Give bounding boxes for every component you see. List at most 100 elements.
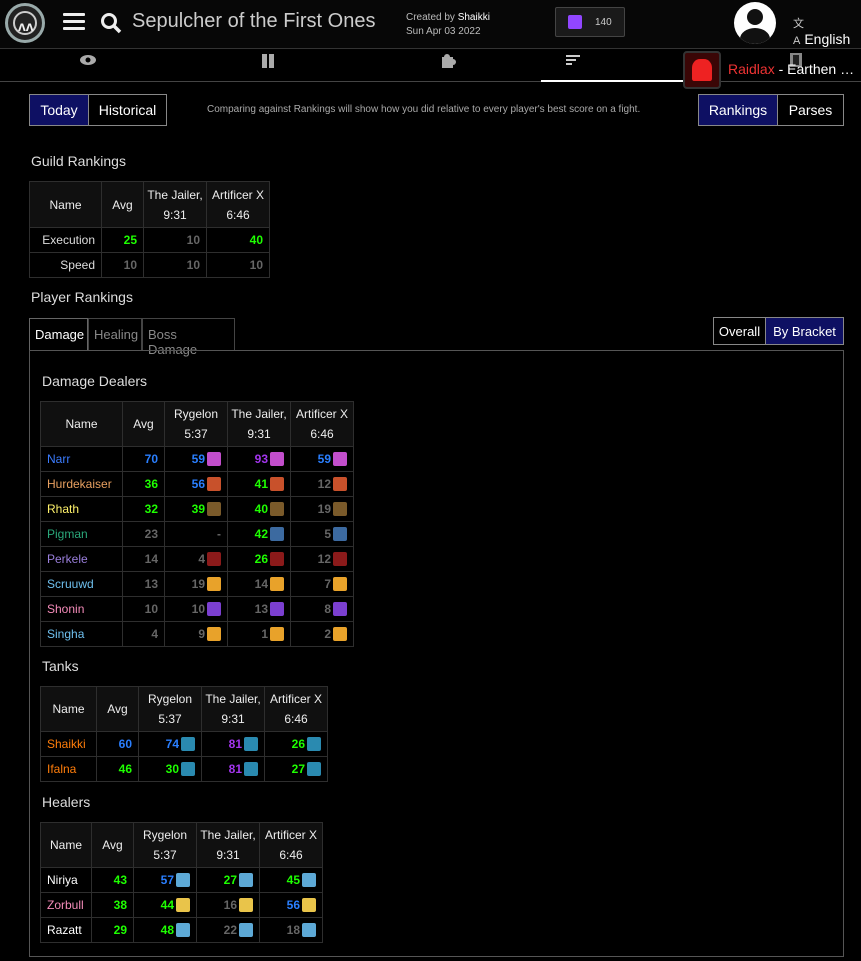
historical-button[interactable]: Historical	[88, 94, 167, 126]
score-cell[interactable]: 81	[201, 731, 265, 757]
site-logo[interactable]: ᴧᴧ	[5, 3, 45, 43]
healers-heading: Healers	[42, 794, 91, 810]
by-bracket-button[interactable]: By Bracket	[765, 317, 844, 345]
player-name[interactable]: Narr	[40, 446, 123, 472]
score-cell[interactable]: 41	[227, 471, 291, 497]
player-name[interactable]: Razatt	[40, 917, 92, 943]
score-cell[interactable]: 12	[290, 546, 354, 572]
score-cell[interactable]: 74	[138, 731, 202, 757]
player-name[interactable]: Shaikki	[40, 731, 97, 757]
row-label: Execution	[29, 227, 102, 253]
player-name[interactable]: Zorbull	[40, 892, 92, 918]
player-name[interactable]: Niriya	[40, 867, 92, 893]
menu-icon[interactable]	[63, 13, 85, 31]
score-cell[interactable]: 19	[164, 571, 228, 597]
score-cell[interactable]: -	[164, 521, 228, 547]
col-boss[interactable]: The Jailer, 9:31	[227, 401, 291, 447]
search-icon[interactable]	[100, 12, 122, 34]
player-name[interactable]: Ifalna	[40, 756, 97, 782]
score-cell[interactable]: 30	[138, 756, 202, 782]
player-name[interactable]: Singha	[40, 621, 123, 647]
score-cell[interactable]: 19	[290, 496, 354, 522]
score-cell[interactable]: 12	[290, 471, 354, 497]
score-cell[interactable]: 57	[133, 867, 197, 893]
tab-boss-damage[interactable]: Boss Damage	[142, 318, 235, 357]
table-row: Razatt 29 48 22 18	[40, 917, 323, 943]
score-cell[interactable]: 10	[206, 252, 270, 278]
score-cell[interactable]: 2	[290, 621, 354, 647]
col-boss-artificer[interactable]: Artificer X 6:46	[206, 181, 270, 228]
score-cell[interactable]: 16	[196, 892, 260, 918]
score-cell[interactable]: 81	[201, 756, 265, 782]
table-row: Pigman 23-42 5	[40, 521, 354, 547]
col-boss[interactable]: The Jailer, 9:31	[201, 686, 265, 732]
col-avg: Avg	[122, 401, 165, 447]
score-cell[interactable]: 59	[290, 446, 354, 472]
score-cell[interactable]: 93	[227, 446, 291, 472]
player-name[interactable]: Rhath	[40, 496, 123, 522]
score-cell[interactable]: 56	[164, 471, 228, 497]
score-cell[interactable]: 1	[227, 621, 291, 647]
score-cell[interactable]: 27	[196, 867, 260, 893]
score-cell[interactable]: 56	[259, 892, 323, 918]
score-cell[interactable]: 26	[264, 731, 328, 757]
score-cell[interactable]: 42	[227, 521, 291, 547]
spec-icon	[333, 477, 347, 491]
tab-damage[interactable]: Damage	[29, 318, 88, 350]
score-cell[interactable]: 18	[259, 917, 323, 943]
score-cell[interactable]: 39	[164, 496, 228, 522]
score-cell[interactable]: 4	[164, 546, 228, 572]
score-cell[interactable]: 10	[143, 227, 207, 253]
guild-link[interactable]: Raidlax - Earthen …	[728, 61, 854, 77]
col-boss[interactable]: Artificer X 6:46	[264, 686, 328, 732]
player-name[interactable]: Hurdekaiser	[40, 471, 123, 497]
eye-icon	[80, 55, 96, 65]
avg-value: 36	[122, 471, 165, 497]
score-cell[interactable]: 26	[227, 546, 291, 572]
score-cell[interactable]: 7	[290, 571, 354, 597]
today-button[interactable]: Today	[29, 94, 89, 126]
score-cell[interactable]: 10	[143, 252, 207, 278]
score-cell[interactable]: 10	[164, 596, 228, 622]
score-cell[interactable]: 40	[206, 227, 270, 253]
score-cell[interactable]: 9	[164, 621, 228, 647]
tab-casts[interactable]	[401, 49, 495, 82]
table-row: Niriya 43 57 27 45	[40, 867, 323, 893]
score-cell[interactable]: 22	[196, 917, 260, 943]
score-cell[interactable]: 40	[227, 496, 291, 522]
rankings-button[interactable]: Rankings	[698, 94, 778, 126]
score-cell[interactable]: 5	[290, 521, 354, 547]
score-cell[interactable]: 14	[227, 571, 291, 597]
score-cell[interactable]: 27	[264, 756, 328, 782]
report-meta: Created by Shaikki Sun Apr 03 2022	[406, 11, 490, 39]
player-name[interactable]: Shonin	[40, 596, 123, 622]
col-boss[interactable]: Rygelon 5:37	[133, 822, 197, 868]
tab-summary[interactable]	[41, 49, 135, 82]
horde-icon	[683, 51, 721, 89]
parses-button[interactable]: Parses	[777, 94, 844, 126]
language-selector[interactable]: 文A English	[793, 14, 861, 47]
col-boss[interactable]: Artificer X 6:46	[259, 822, 323, 868]
tab-damage-taken[interactable]	[221, 49, 315, 82]
player-name[interactable]: Scruuwd	[40, 571, 123, 597]
damage-dealers-table: Name Avg Rygelon 5:37 The Jailer, 9:31 Artific…	[40, 401, 354, 647]
col-boss[interactable]: Rygelon 5:37	[138, 686, 202, 732]
tab-healing[interactable]: Healing	[88, 318, 142, 350]
player-name[interactable]: Pigman	[40, 521, 123, 547]
avg-value: 32	[122, 496, 165, 522]
col-boss[interactable]: Artificer X 6:46	[290, 401, 354, 447]
score-cell[interactable]: 59	[164, 446, 228, 472]
col-boss-jailer[interactable]: The Jailer, 9:31	[143, 181, 207, 228]
player-name[interactable]: Perkele	[40, 546, 123, 572]
score-cell[interactable]: 44	[133, 892, 197, 918]
score-cell[interactable]: 13	[227, 596, 291, 622]
avatar[interactable]	[734, 2, 776, 44]
author-link[interactable]: Shaikki	[458, 12, 490, 23]
col-boss[interactable]: Rygelon 5:37	[164, 401, 228, 447]
score-cell[interactable]: 48	[133, 917, 197, 943]
col-boss[interactable]: The Jailer, 9:31	[196, 822, 260, 868]
score-cell[interactable]: 8	[290, 596, 354, 622]
overall-button[interactable]: Overall	[713, 317, 766, 345]
twitch-button[interactable]: 140	[555, 7, 625, 37]
score-cell[interactable]: 45	[259, 867, 323, 893]
